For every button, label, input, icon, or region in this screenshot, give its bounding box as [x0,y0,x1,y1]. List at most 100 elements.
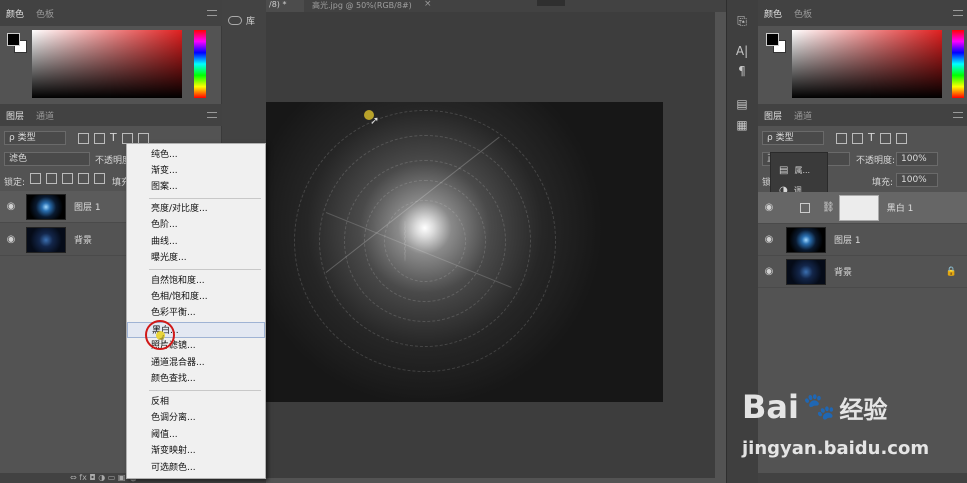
shape-filter-icon[interactable] [879,133,891,144]
menu-item-gradient[interactable]: 渐变... [127,163,265,179]
fill-input[interactable]: 100% [896,173,938,187]
layer-row[interactable]: ◉ 背景 🔒 [758,256,967,288]
visibility-eye-icon[interactable]: ◉ [4,234,18,245]
layer-row[interactable]: ◉ 图层 1 [758,224,967,256]
tab-channels[interactable]: 通道 [36,109,54,122]
filter-icons: T [836,131,912,144]
lock-position-icon[interactable] [62,173,73,184]
adjustment-layer-menu: 纯色... 渐变... 图案... 亮度/对比度... 色阶... 曲线... … [126,143,266,479]
foreground-color-swatch[interactable] [7,33,20,46]
right-layer-tabs: 图层 通道 [758,104,967,126]
opacity-input[interactable]: 100% [896,152,938,166]
layer-name[interactable]: 背景 [74,233,92,246]
popup-item-properties[interactable]: ▤ 属... [779,165,810,176]
menu-item-selective-color[interactable]: 可选颜色... [127,460,265,476]
arrange-handle[interactable] [537,0,565,6]
menu-item-threshold[interactable]: 阈值... [127,427,265,443]
tab-color[interactable]: 颜色 [764,7,782,20]
menu-item-pattern[interactable]: 图案... [127,179,265,195]
doc-tab-previous[interactable]: /8) * [266,0,304,12]
text-filter-icon[interactable]: T [110,131,117,144]
image-filter-icon[interactable] [78,133,89,144]
panel-menu-icon[interactable] [953,10,963,16]
lock-artboard-icon[interactable] [78,173,89,184]
smart-object-filter-icon[interactable] [895,133,907,144]
menu-item-vibrance[interactable]: 自然饱和度... [127,273,265,289]
blend-mode-dropdown[interactable]: 滤色 [4,152,90,166]
visibility-eye-icon[interactable]: ◉ [762,234,776,245]
layer-row[interactable]: ◉ ⛓ 黑白 1 [758,192,967,224]
menu-item-color-lookup[interactable]: 颜色查找... [127,371,265,387]
watermark-brand-text: Bai [742,388,799,426]
lock-brush-icon[interactable] [46,173,57,184]
visibility-eye-icon[interactable]: ◉ [4,201,18,212]
layers-panel-menu-icon[interactable] [207,112,217,118]
text-filter-icon[interactable]: T [868,131,875,144]
hue-slider[interactable] [194,30,206,98]
hue-slider[interactable] [952,30,964,98]
fill-label: 填充: [872,178,894,188]
layer-comps-icon[interactable]: ▤ [735,97,749,111]
visibility-eye-icon[interactable]: ◉ [762,266,776,277]
layer-filter-dropdown[interactable]: ρ 类型 [4,131,66,145]
menu-item-invert[interactable]: 反相 [127,394,265,410]
adjustment-filter-icon[interactable] [94,133,105,144]
tab-layers[interactable]: 图层 [6,109,24,122]
menu-item-brightness-contrast[interactable]: 亮度/对比度... [127,201,265,217]
layer-thumbnail [786,258,826,285]
tab-swatches[interactable]: 色板 [36,7,54,20]
menu-item-exposure[interactable]: 曝光度... [127,250,265,266]
layer-name[interactable]: 背景 [834,265,852,278]
tab-channels[interactable]: 通道 [794,109,812,122]
menu-item-solid-color[interactable]: 纯色... [127,147,265,163]
layer-name[interactable]: 黑白 1 [887,201,914,214]
paragraph-icon[interactable]: ¶ [735,64,749,78]
left-layer-tabs: 图层 通道 [0,104,222,126]
doc-tab-active[interactable]: 高光.jpg @ 50%(RGB/8#) [306,0,434,12]
image-filter-icon[interactable] [836,133,847,144]
left-color-tabs: 颜色 色板 [0,0,222,26]
watermark-suffix: 经验 [839,395,888,424]
history-icon[interactable]: ⎘ [735,14,749,28]
lock-pixels-icon[interactable] [30,173,41,184]
menu-item-curves[interactable]: 曲线... [127,234,265,250]
color-picker-field[interactable] [32,30,182,98]
menu-item-posterize[interactable]: 色调分离... [127,410,265,426]
close-icon[interactable]: × [424,0,432,9]
adjustment-filter-icon[interactable] [852,133,863,144]
layers-panel-menu-icon[interactable] [953,112,963,118]
layer-name[interactable]: 图层 1 [74,200,101,213]
menu-item-color-balance[interactable]: 色彩平衡... [127,305,265,321]
document-image[interactable] [266,102,663,402]
panel-menu-icon[interactable] [207,10,217,16]
layer-name[interactable]: 图层 1 [834,233,861,246]
layer-mask-thumbnail[interactable] [838,194,879,221]
popup-item-label: 属... [794,166,811,175]
layer-filter-dropdown[interactable]: ρ 类型 [762,131,824,145]
baidu-watermark: Bai 🐾 经验 jingyan.baidu.com [742,388,962,468]
menu-item-channel-mixer[interactable]: 通道混合器... [127,355,265,371]
library-tab[interactable]: 库 [228,14,255,27]
menu-item-hue-saturation[interactable]: 色相/饱和度... [127,289,265,305]
doc-tab-label: /8) * [269,0,287,9]
tab-layers[interactable]: 图层 [764,109,782,122]
layer-thumbnail [26,193,66,220]
character-icon[interactable]: A| [735,44,749,58]
foreground-color-swatch[interactable] [766,33,779,46]
watermark-url: jingyan.baidu.com [742,438,930,459]
link-icon[interactable]: ⛓ [822,202,835,213]
visibility-eye-icon[interactable]: ◉ [762,202,776,213]
lock-icon: 🔒 [945,266,957,277]
properties-icon[interactable]: ▦ [735,118,749,132]
color-picker-field[interactable] [792,30,942,98]
tab-color[interactable]: 颜色 [6,7,24,20]
right-color-tabs: 颜色 色板 [758,0,967,26]
library-label: 库 [246,17,256,27]
lock-all-icon[interactable] [94,173,105,184]
menu-item-levels[interactable]: 色阶... [127,217,265,233]
tab-swatches[interactable]: 色板 [794,7,812,20]
menu-separator [149,269,261,270]
paw-icon: 🐾 [802,392,836,422]
menu-item-gradient-map[interactable]: 渐变映射... [127,443,265,459]
cc-library-icon [228,16,242,25]
